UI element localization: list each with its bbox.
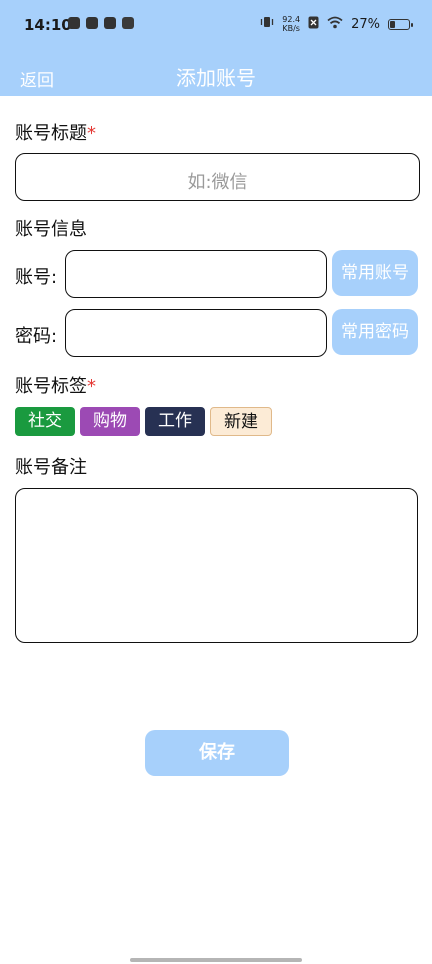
password-field-label: 密码: [15,326,58,347]
notification-icons [68,17,134,29]
tiktok-icon [104,17,116,29]
account-field-label: 账号: [15,267,58,288]
account-title-input[interactable]: 如:微信 [15,153,420,201]
page-title: 添加账号 [176,66,256,90]
net-speed-unit: KB/s [282,24,300,33]
account-title-label-text: 账号标题 [15,123,87,144]
tag-shopping[interactable]: 购物 [80,407,140,436]
required-mark: * [87,376,96,397]
vibrate-icon [260,15,274,33]
app-header: 14:10 92.4 KB/s 27% 返回 添加账号 [0,0,432,96]
account-title-label: 账号标题* [15,119,96,145]
common-account-button[interactable]: 常用账号 [332,250,418,296]
account-input[interactable] [65,250,327,298]
account-notes-label: 账号备注 [15,457,87,478]
required-mark: * [87,123,96,144]
net-speed-value: 92.4 [282,15,301,24]
account-tags-label-text: 账号标签 [15,376,87,397]
save-button[interactable]: 保存 [145,730,289,776]
account-tags-label: 账号标签* [15,372,96,398]
tag-work[interactable]: 工作 [145,407,205,436]
app-notification-icon [86,17,98,29]
status-time: 14:10 [24,16,72,34]
account-notes-textarea[interactable] [15,488,418,643]
common-password-button[interactable]: 常用密码 [332,309,418,355]
account-info-label: 账号信息 [15,219,87,240]
sim-icon [308,16,319,33]
battery-icon [388,18,413,30]
password-input[interactable] [65,309,327,357]
home-indicator[interactable] [130,958,302,962]
net-speed: 92.4 KB/s [282,15,300,33]
wifi-icon [327,16,343,33]
tag-new-button[interactable]: 新建 [210,407,272,436]
app-notification-icon [122,17,134,29]
status-right: 92.4 KB/s 27% [260,15,413,33]
app-notification-icon [68,17,80,29]
tag-social[interactable]: 社交 [15,407,75,436]
battery-percent: 27% [351,16,380,32]
account-title-placeholder: 如:微信 [187,172,248,193]
